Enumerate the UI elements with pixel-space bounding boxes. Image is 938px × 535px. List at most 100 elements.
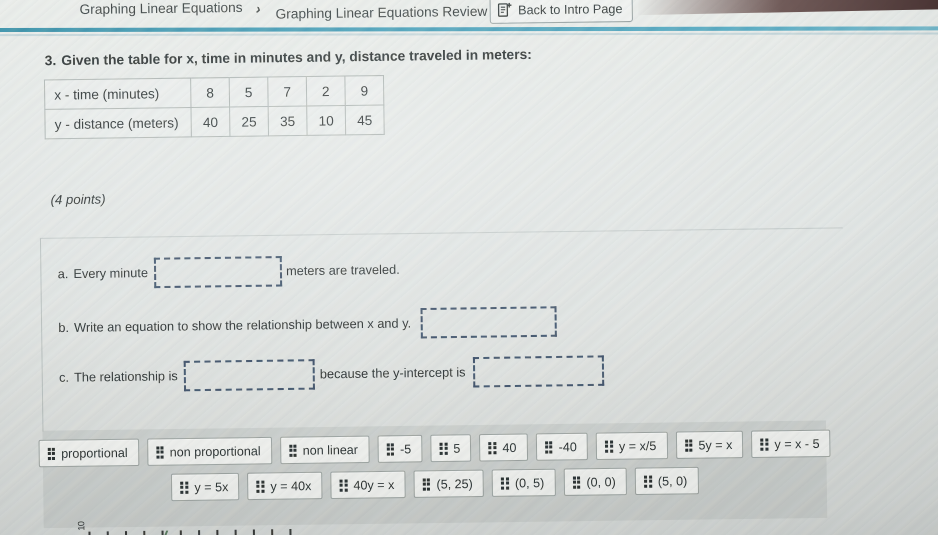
tile-row-1: proportional non proportional non linear -5… [38,429,831,468]
answer-tile-label: y = x/5 [618,438,657,454]
answer-tile-label: non linear [302,442,359,458]
answer-tile[interactable]: (5, 25) [413,469,485,498]
table-cell: 2 [306,76,346,106]
question-number: 3. [44,52,57,69]
answer-tile[interactable]: 40y = x [330,470,406,500]
answer-tile[interactable]: y = x/5 [595,431,668,461]
drag-handle-icon[interactable] [684,438,693,452]
table-cell: 45 [345,104,385,135]
answer-tile[interactable]: proportional [38,438,139,468]
answer-work-area: a. Every minute meters are traveled. b. … [39,227,846,432]
prompt-a-label: a. [57,266,69,282]
drag-handle-icon[interactable] [488,441,497,454]
drop-target-b[interactable] [420,306,557,339]
prompt-a-text-after: meters are traveled. [285,262,400,279]
answer-tile-label: -5 [399,441,412,456]
answer-tile-label: 40y = x [353,477,395,493]
answer-tile[interactable]: y = 40x [247,471,323,501]
answer-tile-label: (5, 0) [657,473,688,489]
answer-tile[interactable]: y = x - 5 [751,429,831,458]
answer-tile[interactable]: non linear [279,435,370,465]
table-cell: 25 [229,106,269,137]
table-cell: 35 [268,105,308,136]
table-cell: 10 [306,105,346,136]
table-cell: 7 [267,76,307,107]
answer-tile[interactable]: 5y = x [675,430,744,459]
answer-tile[interactable]: non proportional [146,436,272,466]
drag-handle-icon[interactable] [605,440,613,453]
prompt-b-label: b. [58,320,70,336]
answer-tile[interactable]: 5 [430,434,472,463]
answer-tile-label: 5y = x [698,437,733,453]
ruler-pencil-mark [161,530,178,535]
answer-tile[interactable]: (0, 5) [491,468,556,497]
table-row-header: y - distance (meters) [44,107,192,139]
drag-handle-icon[interactable] [339,479,348,492]
ruler-label: 10 [76,521,87,531]
prompt-c-label: c. [58,370,70,385]
answer-tile-tray: proportional non proportional non linear -5… [38,420,831,529]
breadcrumb-item-course[interactable]: Graphing Linear Equations [79,0,242,17]
page-content: Graphing Linear Equations › Graphing Lin… [0,0,938,535]
points-label: (4 points) [50,191,106,208]
prompt-c-text-before: The relationship is [73,369,178,385]
breadcrumb-item-assignment[interactable]: Graphing Linear Equations Review [275,4,487,22]
question-heading: 3. Given the table for x, time in minutes… [45,47,532,69]
answer-tile-label: proportional [61,445,128,461]
drop-target-a[interactable] [153,256,283,289]
drag-handle-icon[interactable] [439,442,448,455]
answer-tile[interactable]: -40 [535,432,589,461]
table-cell: 5 [229,77,269,107]
back-to-intro-page-button[interactable]: Back to Intro Page [489,0,633,24]
answer-tile[interactable]: y = 5x [171,472,240,502]
prompt-a: a. Every minute meters are traveled. [57,254,400,289]
table-cell: 9 [344,75,384,106]
answer-tile[interactable]: -5 [377,434,423,463]
drag-handle-icon[interactable] [501,476,509,490]
prompt-b: b. Write an equation to show the relatio… [58,306,557,343]
answer-tile-label: (0, 5) [514,475,545,491]
drop-target-c2[interactable] [472,355,604,388]
drag-handle-icon[interactable] [644,475,652,488]
answer-tile-label: y = 40x [270,478,312,494]
drag-handle-icon[interactable] [47,447,56,460]
drag-handle-icon[interactable] [155,445,164,459]
answer-tile[interactable]: (0, 0) [563,467,628,496]
answer-tile[interactable]: (5, 0) [634,466,699,496]
drop-target-c1[interactable] [183,359,315,392]
answer-tile-label: non proportional [169,443,261,460]
answer-tile-label: -40 [558,439,577,454]
question-text: Given the table for x, time in minutes a… [61,46,532,69]
prompt-a-text-before: Every minute [73,265,149,282]
data-table: x - time (minutes) 8 5 7 2 9 y - distanc… [43,75,385,140]
tile-row-2: y = 5x y = 40x 40y = x (5, 25) (0, 5) (0, 0) (… [43,465,827,503]
back-to-intro-page-label: Back to Intro Page [518,1,623,17]
drag-handle-icon[interactable] [386,442,395,456]
prompt-c-text-middle: because the y-intercept is [319,365,466,382]
answer-tile-label: y = x - 5 [774,436,820,452]
header-divider-shadow [0,32,938,37]
drag-handle-icon[interactable] [572,475,581,489]
drag-handle-icon[interactable] [180,481,189,494]
drag-handle-icon[interactable] [760,437,769,451]
table-row: y - distance (meters) 40 25 35 10 45 [44,104,385,139]
document-plus-icon [497,2,512,17]
answer-tile[interactable]: 40 [479,433,528,462]
prompt-b-text-before: Write an equation to show the relationsh… [74,316,412,335]
prompt-c: c. The relationship is because the y-int… [59,355,604,393]
header-divider [0,26,938,33]
table-row: x - time (minutes) 8 5 7 2 9 [44,75,384,110]
chevron-right-icon: › [254,0,263,18]
ruler-overlay: 10 [76,521,310,535]
drag-handle-icon[interactable] [544,440,553,454]
answer-tile-label: y = 5x [194,479,229,495]
drag-handle-icon[interactable] [256,480,265,493]
answer-tile-label: 5 [453,440,461,456]
screenshot-root: Graphing Linear Equations › Graphing Lin… [0,0,938,535]
drag-handle-icon[interactable] [288,444,297,457]
drag-handle-icon[interactable] [422,477,431,491]
answer-tile-label: (0, 0) [586,474,616,490]
table-row-header: x - time (minutes) [44,78,191,110]
answer-tile-label: (5, 25) [436,476,473,492]
table-cell: 8 [190,77,230,108]
